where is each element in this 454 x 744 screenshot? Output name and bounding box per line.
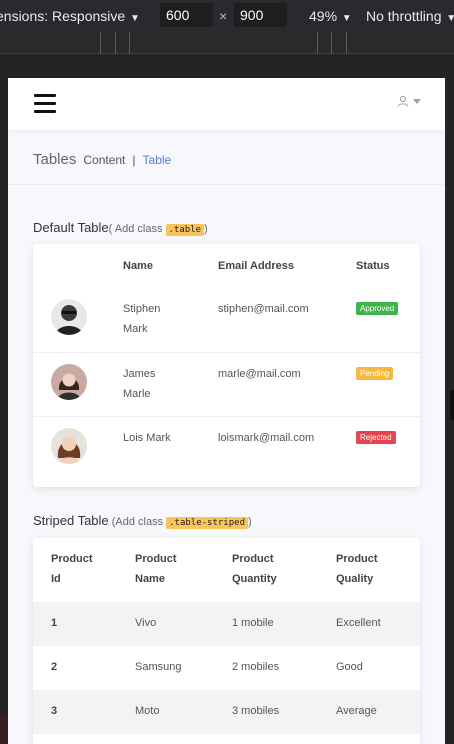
status-badge: Approved [356,302,399,315]
chevron-down-icon: ▼ [339,13,352,24]
user-icon [397,95,409,107]
breadcrumb-section[interactable]: Content [83,153,125,167]
user-email: stiphen@mail.com [218,303,309,315]
table-row: Lois Mark loismark@mail.com Rejected [33,416,420,480]
breadcrumb: Tables Content | Table [33,151,171,168]
avatar [51,428,87,464]
ruler-tick [115,32,116,54]
ruler-tick [346,32,347,54]
top-navbar [8,78,445,130]
throttle-select[interactable]: No throttling ▼ [366,8,454,24]
page-title: Tables [33,151,77,168]
product-quantity: 1 mobile [232,617,274,629]
user-name: James [123,368,156,380]
user-menu[interactable] [397,95,421,107]
table-row: 2 Samsung 2 mobiles Good [33,646,420,690]
column-header-name: Name [123,260,153,272]
viewport-gutter [0,55,454,77]
column-header-product-quality: Product [336,553,378,565]
breadcrumb-separator: | [132,153,136,167]
product-id: 3 [51,705,58,717]
resize-handle[interactable] [450,390,454,420]
table-row: James Marle marle@mail.com Pending [33,352,420,416]
user-name: Marle [123,388,151,400]
product-quantity: 2 mobiles [232,661,280,673]
breadcrumb-current[interactable]: Table [143,153,172,167]
section-title: Default Table [33,220,109,235]
product-quality: Good [336,661,363,673]
default-table: Name Email Address Status Stiphen Mark s… [33,244,420,487]
product-id: 2 [51,661,58,673]
avatar [51,299,87,335]
user-name: Lois Mark [123,432,171,444]
user-name: Stiphen [123,303,161,315]
column-header-product-id: Id [51,573,61,585]
width-input[interactable]: 600 [160,3,213,27]
device-select[interactable]: ensions: Responsive ▼ [0,8,140,24]
hint-text: (Add class [108,516,167,528]
throttle-label: No throttling [366,8,442,24]
hint-text: ( Add class [108,223,166,235]
hamburger-menu-icon[interactable] [34,94,56,114]
column-header-email: Email Address [218,260,295,272]
product-quality: Average [336,705,377,717]
bottom-strip [0,714,28,744]
product-name: Moto [135,705,160,717]
striped-table-heading: Striped Table (Add class .table-striped) [33,513,252,529]
striped-table: Product Id Product Name Product Quantity… [33,538,420,744]
status-badge: Rejected [356,431,396,444]
hint-text: ) [204,223,208,235]
class-code: .table-striped [166,517,248,529]
ruler-tick [100,32,101,54]
user-email: marle@mail.com [218,368,301,380]
ruler-tick [331,32,332,54]
column-header-product-quantity: Quantity [232,573,277,585]
ruler-tick [129,32,130,54]
hint-text: ) [247,516,252,528]
media-query-ruler[interactable] [0,32,454,54]
device-label: ensions: Responsive [0,8,126,24]
class-code: .table [165,224,205,236]
status-badge: Pending [356,367,394,380]
table-row: Stiphen Mark stiphen@mail.com Approved [33,288,420,352]
height-input[interactable]: 900 [234,3,287,27]
table-row: 1 Vivo 1 mobile Excellent [33,602,420,646]
product-quantity: 3 mobiles [232,705,280,717]
chevron-down-icon: ▼ [446,13,454,24]
page-viewport: Tables Content | Table Default Table( Ad… [8,78,445,744]
column-header-product-quantity: Product [232,553,274,565]
table-row: 3 Moto 3 mobiles Average [33,690,420,734]
device-toolbar: ensions: Responsive ▼ 600 × 900 49% ▼ No… [0,0,454,32]
zoom-select[interactable]: 49% ▼ [309,8,352,24]
product-name: Samsung [135,661,182,673]
chevron-down-icon [413,98,421,104]
dimension-separator: × [219,8,228,24]
product-quality: Excellent [336,617,381,629]
default-table-heading: Default Table( Add class .table) [33,220,208,236]
zoom-label: 49% [309,8,338,24]
column-header-product-id: Product [51,553,93,565]
column-header-product-name: Product [135,553,177,565]
product-name: Vivo [135,617,157,629]
column-header-product-quality: Quality [336,573,374,585]
chevron-down-icon: ▼ [127,13,140,24]
avatar [51,364,87,400]
user-email: loismark@mail.com [218,432,315,444]
ruler-tick [317,32,318,54]
product-id: 1 [51,617,58,629]
column-header-status: Status [356,260,390,272]
divider [8,184,445,185]
section-title: Striped Table [33,513,109,528]
user-name: Mark [123,323,148,335]
column-header-product-name: Name [135,573,165,585]
